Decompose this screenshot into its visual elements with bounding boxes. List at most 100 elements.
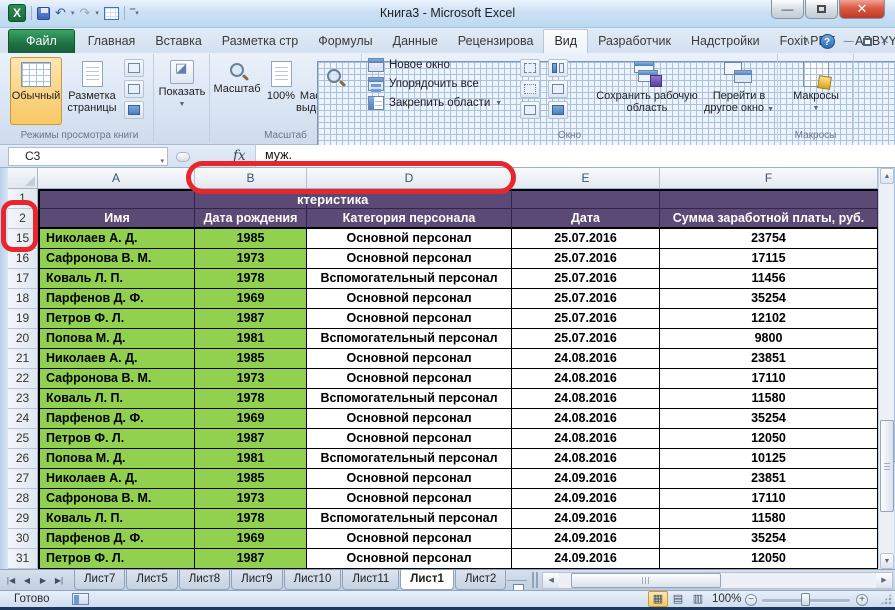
row-header-2[interactable]: 2	[8, 209, 38, 229]
cell-category[interactable]: Основной персонал	[307, 469, 512, 489]
workbook-close-icon[interactable]: ✕	[881, 36, 889, 47]
cell-salary[interactable]: 17110	[660, 489, 878, 509]
row-header[interactable]: 18	[8, 289, 38, 309]
column-header-f[interactable]: F	[660, 168, 878, 189]
cell-birth-year[interactable]: 1969	[195, 529, 307, 549]
undo-dropdown-icon[interactable]: ▾	[71, 9, 75, 17]
cell-birth-year[interactable]: 1978	[195, 269, 307, 289]
cell-birth-year[interactable]: 1987	[195, 429, 307, 449]
select-all-corner[interactable]	[8, 168, 38, 189]
cell-salary[interactable]: 12102	[660, 309, 878, 329]
row-header[interactable]: 24	[8, 409, 38, 429]
unhide-button[interactable]	[520, 101, 540, 119]
scroll-right-icon[interactable]: ▶	[876, 573, 892, 588]
ribbon-tab-разработчик[interactable]: Разработчик	[588, 30, 681, 53]
sheet-tab-лист11[interactable]: Лист11	[342, 570, 399, 590]
insert-function-icon[interactable]: ƒx	[233, 148, 246, 164]
ribbon-tab-главная[interactable]: Главная	[78, 30, 146, 53]
row-header[interactable]: 27	[8, 469, 38, 489]
cell-date[interactable]: 25.07.2016	[512, 269, 660, 289]
row-header[interactable]: 22	[8, 369, 38, 389]
first-sheet-icon[interactable]: |◀	[6, 576, 16, 585]
cell-birth-year[interactable]: 1985	[195, 469, 307, 489]
row-header[interactable]: 28	[8, 489, 38, 509]
reset-window-position-button[interactable]	[548, 101, 568, 119]
formula-input[interactable]: муж.	[255, 145, 895, 167]
cell-category[interactable]: Основной персонал	[307, 429, 512, 449]
cell-salary[interactable]: 23851	[660, 469, 878, 489]
cell-date[interactable]: 24.08.2016	[512, 389, 660, 409]
header-birth[interactable]: Дата рождения	[195, 209, 307, 229]
vertical-scrollbar[interactable]: ▲ ▼	[878, 168, 894, 569]
maximize-button[interactable]	[805, 0, 838, 19]
ribbon-tab-разметка-стр[interactable]: Разметка стр	[212, 30, 308, 53]
sheet-tab-лист8[interactable]: Лист8	[179, 570, 230, 590]
cell-salary[interactable]: 35254	[660, 529, 878, 549]
row-header[interactable]: 25	[8, 429, 38, 449]
cell-date[interactable]: 24.08.2016	[512, 449, 660, 469]
zoom-100-button[interactable]: 100%	[262, 57, 300, 125]
cell-birth-year[interactable]: 1969	[195, 289, 307, 309]
macro-record-icon[interactable]	[72, 593, 89, 605]
normal-view-button[interactable]: Обычный	[10, 57, 62, 125]
column-header-b[interactable]: B	[195, 168, 307, 189]
cell-name[interactable]: Петров Ф. Л.	[38, 429, 195, 449]
horizontal-scroll-thumb[interactable]	[571, 573, 721, 588]
normal-view-shortcut[interactable]: ▦	[648, 591, 668, 607]
row-header[interactable]: 30	[8, 529, 38, 549]
tab-split-handle[interactable]	[532, 572, 538, 588]
header-category[interactable]: Категория персонала	[307, 209, 512, 229]
column-header-a[interactable]: A	[38, 168, 195, 189]
vertical-scroll-thumb[interactable]	[880, 420, 894, 512]
cell-date[interactable]: 25.07.2016	[512, 249, 660, 269]
workbook-minimize-icon[interactable]: —	[844, 36, 854, 47]
cell-date[interactable]: 24.09.2016	[512, 529, 660, 549]
cell-name[interactable]: Николаев А. Д.	[38, 229, 195, 249]
cell-date[interactable]: 24.08.2016	[512, 409, 660, 429]
cell-salary[interactable]: 23754	[660, 229, 878, 249]
cell-birth-year[interactable]: 1981	[195, 329, 307, 349]
zoom-in-icon[interactable]: +	[856, 594, 868, 606]
cell-date[interactable]: 24.08.2016	[512, 349, 660, 369]
cell-name[interactable]: Петров Ф. Л.	[38, 549, 195, 569]
row-header[interactable]: 23	[8, 389, 38, 409]
cell-category[interactable]: Основной персонал	[307, 489, 512, 509]
cell-name[interactable]: Коваль Л. П.	[38, 269, 195, 289]
zoom-button[interactable]: Масштаб	[214, 57, 260, 125]
sheet-tab-лист2[interactable]: Лист2	[455, 570, 506, 590]
cell-name[interactable]: Попова М. Д.	[38, 449, 195, 469]
column-header-d[interactable]: D	[307, 168, 512, 189]
zoom-out-icon[interactable]: −	[745, 594, 757, 606]
show-button[interactable]: Показать ▼	[156, 57, 208, 125]
zoom-level[interactable]: 100%	[712, 593, 741, 605]
row-header[interactable]: 20	[8, 329, 38, 349]
cell-name[interactable]: Парфенов Д. Ф.	[38, 289, 195, 309]
sheet-tab-лист10[interactable]: Лист10	[284, 570, 342, 590]
cell-name[interactable]: Николаев А. Д.	[38, 349, 195, 369]
cell-category[interactable]: Вспомогательный персонал	[307, 509, 512, 529]
cell-category[interactable]: Основной персонал	[307, 349, 512, 369]
zoom-slider-thumb[interactable]	[801, 593, 810, 606]
customize-qat-icon[interactable]: ▔▾	[130, 9, 139, 17]
excel-logo-icon[interactable]: X	[8, 4, 26, 22]
cell-category[interactable]: Вспомогательный персонал	[307, 269, 512, 289]
scroll-left-icon[interactable]: ◀	[543, 573, 559, 588]
cell-salary[interactable]: 35254	[660, 409, 878, 429]
page-layout-shortcut[interactable]: ▤	[668, 591, 688, 607]
sheet-tab-лист7[interactable]: Лист7	[74, 570, 125, 590]
hide-button[interactable]	[520, 80, 540, 98]
cell-birth-year[interactable]: 1981	[195, 449, 307, 469]
redo-icon[interactable]: ↷	[79, 5, 90, 21]
cell-category[interactable]: Основной персонал	[307, 229, 512, 249]
cell-birth-year[interactable]: 1978	[195, 509, 307, 529]
switch-windows-button[interactable]: Перейти в другое окно ▼	[702, 57, 776, 125]
page-layout-button[interactable]: Разметка страницы	[64, 57, 120, 125]
cell-salary[interactable]: 23851	[660, 349, 878, 369]
cell-category[interactable]: Основной персонал	[307, 549, 512, 569]
cell-birth-year[interactable]: 1985	[195, 349, 307, 369]
cell-salary[interactable]: 10125	[660, 449, 878, 469]
cell-name[interactable]: Сафронова В. М.	[38, 369, 195, 389]
ribbon-tab-вид[interactable]: Вид	[543, 29, 588, 53]
cell-date[interactable]: 24.09.2016	[512, 469, 660, 489]
cell-salary[interactable]: 17110	[660, 369, 878, 389]
